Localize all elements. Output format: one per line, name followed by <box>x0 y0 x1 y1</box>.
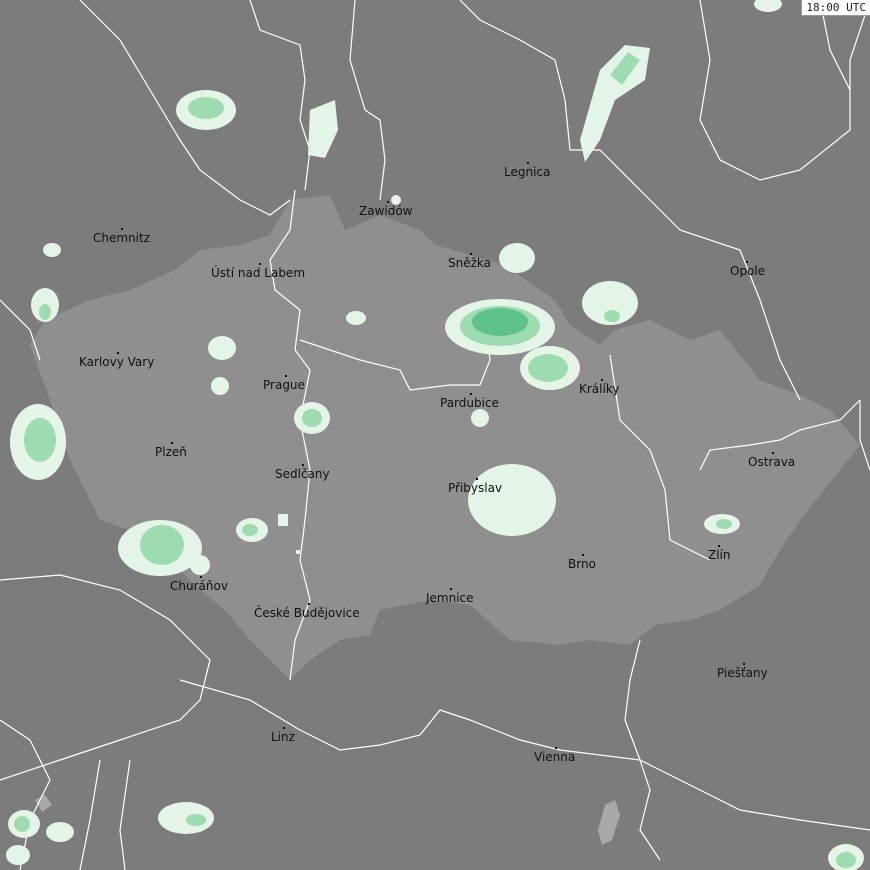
city-label-zlin: Zlín <box>708 545 731 562</box>
city-label-brno: Brno <box>568 554 596 571</box>
city-label-pardubice: Pardubice <box>440 393 499 410</box>
city-label-karlovy-vary: Karlovy Vary <box>79 352 154 369</box>
city-label-kraliky: Králíky <box>579 379 619 396</box>
city-label-plzen: Plzeň <box>155 442 187 459</box>
city-label-jemnice: Jemnice <box>426 588 474 605</box>
city-label-piestany: Piešťany <box>717 663 768 680</box>
city-label-vienna: Vienna <box>534 747 575 764</box>
city-label-linz: Linz <box>271 727 295 744</box>
city-label-churanov: Churáňov <box>170 576 228 593</box>
city-label-usti-nad-labem: Ústí nad Labem <box>211 263 305 280</box>
city-label-prague: Prague <box>263 375 305 392</box>
city-label-opole: Opole <box>730 261 765 278</box>
radar-map-canvas <box>0 0 870 870</box>
city-label-snezka: Sněžka <box>448 253 491 270</box>
lake-chiemsee <box>35 795 52 812</box>
weather-radar-map[interactable]: 18:00 UTC Chemnitz Legnica Zawidów Ústí … <box>0 0 870 870</box>
city-label-ostrava: Ostrava <box>748 452 795 469</box>
time-label: 18:00 UTC <box>801 0 870 16</box>
city-label-pribyslav: Přibyslav <box>448 478 502 495</box>
city-label-legnica: Legnica <box>504 162 550 179</box>
city-label-chemnitz: Chemnitz <box>93 228 150 245</box>
city-label-sedlcany: Sedlčany <box>275 464 330 481</box>
lake-neusiedl <box>598 800 620 845</box>
city-label-ceske-budejovice: České Budějovice <box>254 603 360 620</box>
city-label-zawidow: Zawidów <box>359 201 413 218</box>
